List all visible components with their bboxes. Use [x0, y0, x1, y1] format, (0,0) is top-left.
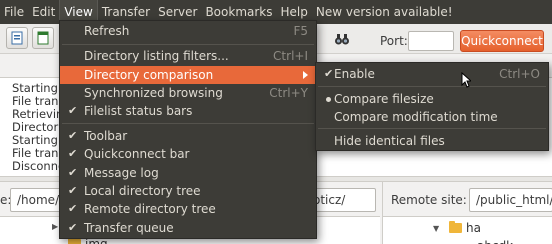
menu-separator — [62, 123, 314, 124]
tree-item-label: ha — [466, 221, 481, 235]
remote-site-label: Remote site: — [391, 193, 467, 207]
menu-file[interactable]: File — [0, 0, 28, 24]
menu-item-accel: Ctrl+Y — [269, 86, 308, 100]
radio-selected-icon — [326, 97, 331, 102]
mouse-cursor-icon — [461, 72, 471, 88]
menu-item-label: Toolbar — [84, 129, 128, 143]
menu-item-transfer-queue[interactable]: ✔ Transfer queue — [60, 219, 316, 237]
checkmark-icon: ✔ — [68, 184, 78, 197]
expander-arrow-icon[interactable]: ▶ — [52, 220, 58, 234]
folder-icon — [449, 221, 462, 233]
checkmark-icon: ✔ — [68, 147, 78, 160]
search-files-icon[interactable] — [334, 31, 350, 47]
menu-item-label: Refresh — [84, 24, 130, 38]
menu-edit[interactable]: Edit — [28, 0, 59, 24]
checkmark-icon: ✔ — [68, 202, 78, 215]
submenu-item-enable[interactable]: ✔ Enable Ctrl+O — [316, 65, 548, 83]
submenu-item-compare-modification-time[interactable]: Compare modification time — [316, 108, 548, 126]
toggle-log-button[interactable] — [32, 27, 54, 49]
port-label: Port: — [380, 34, 408, 48]
tree-item-label: abcdk — [477, 239, 513, 244]
menu-item-remote-directory-tree[interactable]: ✔ Remote directory tree — [60, 200, 316, 218]
menu-item-label: Quickconnect bar — [84, 147, 190, 161]
menu-separator — [62, 44, 314, 45]
menu-item-label: Compare modification time — [334, 110, 498, 124]
menu-item-refresh[interactable]: Refresh F5 — [60, 22, 316, 40]
port-input[interactable] — [408, 31, 454, 51]
view-menu: Refresh F5 Directory listing filters... Ct… — [59, 20, 317, 239]
menu-item-synchronized-browsing[interactable]: Synchronized browsing Ctrl+Y — [60, 84, 316, 102]
menu-separator — [318, 128, 546, 129]
folder-icon — [68, 237, 81, 244]
menu-item-label: Message log — [84, 166, 159, 180]
menu-item-toolbar[interactable]: ✔ Toolbar — [60, 127, 316, 145]
menu-item-message-log[interactable]: ✔ Message log — [60, 164, 316, 182]
menu-item-label: Filelist status bars — [84, 104, 193, 118]
menu-item-label: Directory comparison — [84, 68, 214, 82]
menu-item-accel: Ctrl+O — [499, 67, 540, 81]
menu-item-label: Transfer queue — [84, 221, 174, 235]
menu-item-accel: Ctrl+I — [273, 49, 308, 63]
menu-item-label: Hide identical files — [334, 134, 445, 148]
menu-item-label: Synchronized browsing — [84, 86, 223, 100]
remote-site-pane: Remote site: /public_html/mi ▼ ha ?abcdk — [382, 182, 552, 244]
remote-site-path: /public_html/mi — [476, 193, 552, 207]
local-path-tail-text: oticz/ — [313, 193, 346, 207]
menu-separator — [318, 86, 546, 87]
submenu-item-compare-filesize[interactable]: Compare filesize — [316, 90, 548, 108]
remote-directory-tree[interactable]: ▼ ha ?abcdk — [383, 216, 552, 244]
log-icon — [37, 31, 49, 45]
submenu-arrow-icon — [303, 71, 308, 79]
directory-comparison-submenu: ✔ Enable Ctrl+O Compare filesize Compare m… — [315, 62, 549, 151]
checkmark-icon: ✔ — [324, 67, 334, 80]
log-line: Disconne — [12, 159, 66, 173]
menu-item-quickconnect-bar[interactable]: ✔ Quickconnect bar — [60, 145, 316, 163]
menu-item-label: Directory listing filters... — [84, 49, 229, 63]
menu-item-label: Remote directory tree — [84, 202, 216, 216]
remote-site-path-input[interactable]: /public_html/mi — [469, 188, 552, 212]
menu-item-filelist-status-bars[interactable]: ✔ Filelist status bars — [60, 102, 316, 120]
quickconnect-button[interactable]: Quickconnect — [460, 30, 544, 52]
checkmark-icon: ✔ — [68, 129, 78, 142]
menu-item-label: Local directory tree — [84, 184, 201, 198]
menu-item-directory-comparison[interactable]: Directory comparison — [60, 66, 316, 84]
tree-item[interactable]: ha — [449, 221, 481, 235]
menu-item-accel: F5 — [293, 24, 308, 38]
menu-item-label: Enable — [334, 67, 375, 81]
submenu-item-hide-identical-files[interactable]: Hide identical files — [316, 132, 548, 150]
checkmark-icon: ✔ — [68, 104, 78, 117]
menu-item-directory-filters[interactable]: Directory listing filters... Ctrl+I — [60, 47, 316, 65]
site-manager-button[interactable] — [6, 27, 28, 49]
checkmark-icon: ✔ — [68, 166, 78, 179]
site-manager-icon — [11, 31, 23, 45]
menu-new-version[interactable]: New version available! — [312, 0, 457, 24]
expander-arrow-icon[interactable]: ▼ — [433, 222, 439, 236]
menu-item-label: Compare filesize — [334, 92, 434, 106]
tree-item[interactable]: ?abcdk — [463, 239, 513, 244]
checkmark-icon: ✔ — [68, 221, 78, 234]
menu-item-local-directory-tree[interactable]: ✔ Local directory tree — [60, 182, 316, 200]
